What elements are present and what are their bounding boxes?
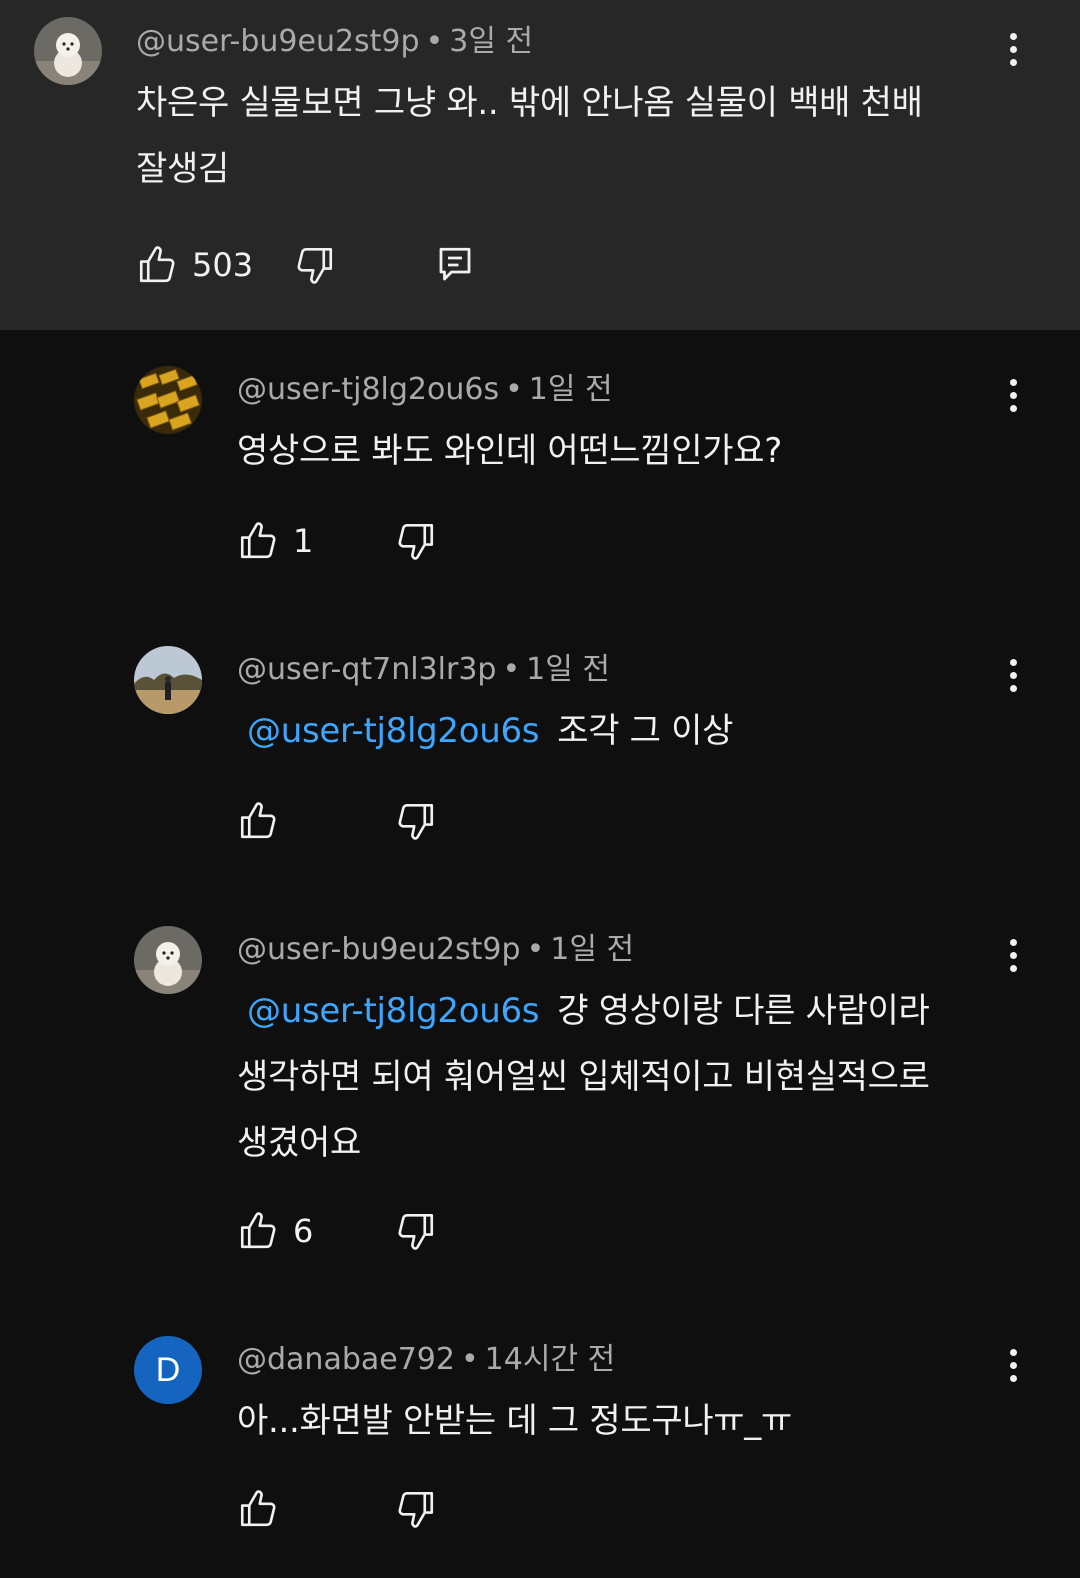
more-vertical-icon <box>1009 33 1017 40</box>
comment-meta: @danabae792 • 14시간 전 <box>237 1338 990 1382</box>
timestamp[interactable]: 1일 전 <box>529 372 613 407</box>
comment-meta: @user-bu9eu2st9p • 1일 전 <box>237 928 990 972</box>
comment-parent: @user-bu9eu2st9p • 3일 전 차은우 실물보면 그냥 와.. 밖에… <box>0 0 1080 330</box>
comment-text-line: 생각하면 되여 훠어얼씬 입체적이고 비현실적으로 <box>237 1057 930 1097</box>
comment-text-line: 차은우 실물보면 그냥 와.. 밖에 안나옴 실물이 백배 천배 <box>136 83 923 123</box>
reply-comment: @user-bu9eu2st9p • 1일 전 @user-tj8lg2ou6s 걍 … <box>0 890 1080 1300</box>
author-name[interactable]: @user-bu9eu2st9p <box>237 932 521 967</box>
more-options-button[interactable] <box>998 1344 1028 1388</box>
comment-text: 영상으로 봐도 와인데 어떤느낌인가요? <box>237 431 782 471</box>
thumbs-down-icon <box>395 1488 437 1530</box>
dog-avatar-icon <box>34 17 102 85</box>
comment-actions: 503 <box>136 240 476 290</box>
dislike-button[interactable] <box>294 244 434 286</box>
avatar-dog[interactable] <box>34 17 102 85</box>
comment-meta: @user-qt7nl3lr3p • 1일 전 <box>237 648 990 692</box>
comment-text-line: 잘생김 <box>136 149 229 189</box>
separator-dot: • <box>526 932 545 967</box>
author-name[interactable]: @user-tj8lg2ou6s <box>237 372 499 407</box>
reply-comment-icon <box>434 244 476 286</box>
comment-text-line: @user-tj8lg2ou6s 걍 영상이랑 다른 사람이라 <box>237 978 990 1044</box>
reply-comment: @user-qt7nl3lr3p • 1일 전 @user-tj8lg2ou6s 조각… <box>0 610 1080 890</box>
reply-button[interactable] <box>434 244 476 286</box>
thumbs-down-icon <box>395 800 437 842</box>
like-count: 503 <box>192 246 254 284</box>
comment-body: @user-bu9eu2st9p • 3일 전 차은우 실물보면 그냥 와.. 밖에… <box>136 20 990 202</box>
comment-text: 차은우 실물보면 그냥 와.. 밖에 안나옴 실물이 백배 천배 잘생김 <box>136 70 990 202</box>
thumbs-up-icon <box>237 1210 279 1252</box>
thumbs-down-icon <box>395 520 437 562</box>
avatar-initial: D <box>155 1350 181 1389</box>
comment-text: @user-tj8lg2ou6s 조각 그 이상 <box>237 698 990 764</box>
avatar-gold[interactable] <box>134 366 202 434</box>
dislike-button[interactable] <box>395 1488 535 1530</box>
like-count: 6 <box>293 1212 314 1250</box>
separator-dot: • <box>505 372 523 407</box>
thumbs-down-icon <box>395 1210 437 1252</box>
dislike-button[interactable] <box>395 800 535 842</box>
mention-link[interactable]: @user-tj8lg2ou6s <box>247 711 540 751</box>
comment-body: @user-tj8lg2ou6s • 1일 전 영상으로 봐도 와인데 어떤느낌인가… <box>237 368 990 484</box>
comment-text-content: 걍 영상이랑 다른 사람이라 <box>557 991 930 1031</box>
thumbs-up-icon <box>237 800 279 842</box>
more-vertical-icon <box>1009 939 1017 946</box>
author-name[interactable]: @user-qt7nl3lr3p <box>237 652 496 687</box>
comment-actions: 6 <box>237 1206 535 1256</box>
more-options-button[interactable] <box>998 934 1028 978</box>
author-name[interactable]: @danabae792 <box>237 1342 455 1377</box>
more-options-button[interactable] <box>998 654 1028 698</box>
reply-comment: D @danabae792 • 14시간 전 아...화면발 안받는 데 그 정도구… <box>0 1300 1080 1578</box>
like-button[interactable]: 1 <box>237 520 395 562</box>
more-vertical-icon <box>1009 379 1017 386</box>
gold-bars-avatar-icon <box>134 366 202 434</box>
timestamp[interactable]: 3일 전 <box>449 24 533 59</box>
separator-dot: • <box>425 24 444 59</box>
like-count: 1 <box>293 522 314 560</box>
like-button[interactable]: 503 <box>136 244 294 286</box>
comment-text: @user-tj8lg2ou6s 걍 영상이랑 다른 사람이라 생각하면 되여 훠… <box>237 978 990 1176</box>
comment-text-line: 생겼어요 <box>237 1123 361 1163</box>
more-vertical-icon <box>1009 1349 1017 1356</box>
avatar-dog[interactable] <box>134 926 202 994</box>
comment-meta: @user-bu9eu2st9p • 3일 전 <box>136 20 990 64</box>
comment-actions <box>237 796 535 846</box>
thumbs-up-icon <box>237 520 279 562</box>
like-button[interactable] <box>237 800 395 842</box>
comment-actions: 1 <box>237 516 535 566</box>
comment-text-content: 조각 그 이상 <box>557 711 734 751</box>
thumbs-down-icon <box>294 244 336 286</box>
thumbs-up-icon <box>136 244 178 286</box>
author-name[interactable]: @user-bu9eu2st9p <box>136 24 420 59</box>
outdoor-photo-avatar-icon <box>134 646 202 714</box>
comment-text: 아...화면발 안받는 데 그 정도구나ㅠ_ㅠ <box>237 1401 792 1441</box>
dislike-button[interactable] <box>395 520 535 562</box>
dog-avatar-icon <box>134 926 202 994</box>
separator-dot: • <box>460 1342 479 1377</box>
comment-body: @user-bu9eu2st9p • 1일 전 @user-tj8lg2ou6s 걍 … <box>237 928 990 1176</box>
more-options-button[interactable] <box>998 374 1028 418</box>
comment-actions <box>237 1484 535 1534</box>
thumbs-up-icon <box>237 1488 279 1530</box>
more-options-button[interactable] <box>998 28 1028 72</box>
timestamp[interactable]: 14시간 전 <box>485 1342 616 1377</box>
avatar-outdoor[interactable] <box>134 646 202 714</box>
like-button[interactable] <box>237 1488 395 1530</box>
dislike-button[interactable] <box>395 1210 535 1252</box>
mention-link[interactable]: @user-tj8lg2ou6s <box>247 991 540 1031</box>
timestamp[interactable]: 1일 전 <box>550 932 634 967</box>
avatar-letter[interactable]: D <box>134 1336 202 1404</box>
reply-comment: @user-tj8lg2ou6s • 1일 전 영상으로 봐도 와인데 어떤느낌인가… <box>0 330 1080 610</box>
separator-dot: • <box>502 652 521 687</box>
timestamp[interactable]: 1일 전 <box>526 652 610 687</box>
comment-body: @danabae792 • 14시간 전 아...화면발 안받는 데 그 정도구나ㅠ… <box>237 1338 990 1454</box>
comment-body: @user-qt7nl3lr3p • 1일 전 @user-tj8lg2ou6s 조각… <box>237 648 990 764</box>
like-button[interactable]: 6 <box>237 1210 395 1252</box>
more-vertical-icon <box>1009 659 1017 666</box>
comment-meta: @user-tj8lg2ou6s • 1일 전 <box>237 368 990 412</box>
